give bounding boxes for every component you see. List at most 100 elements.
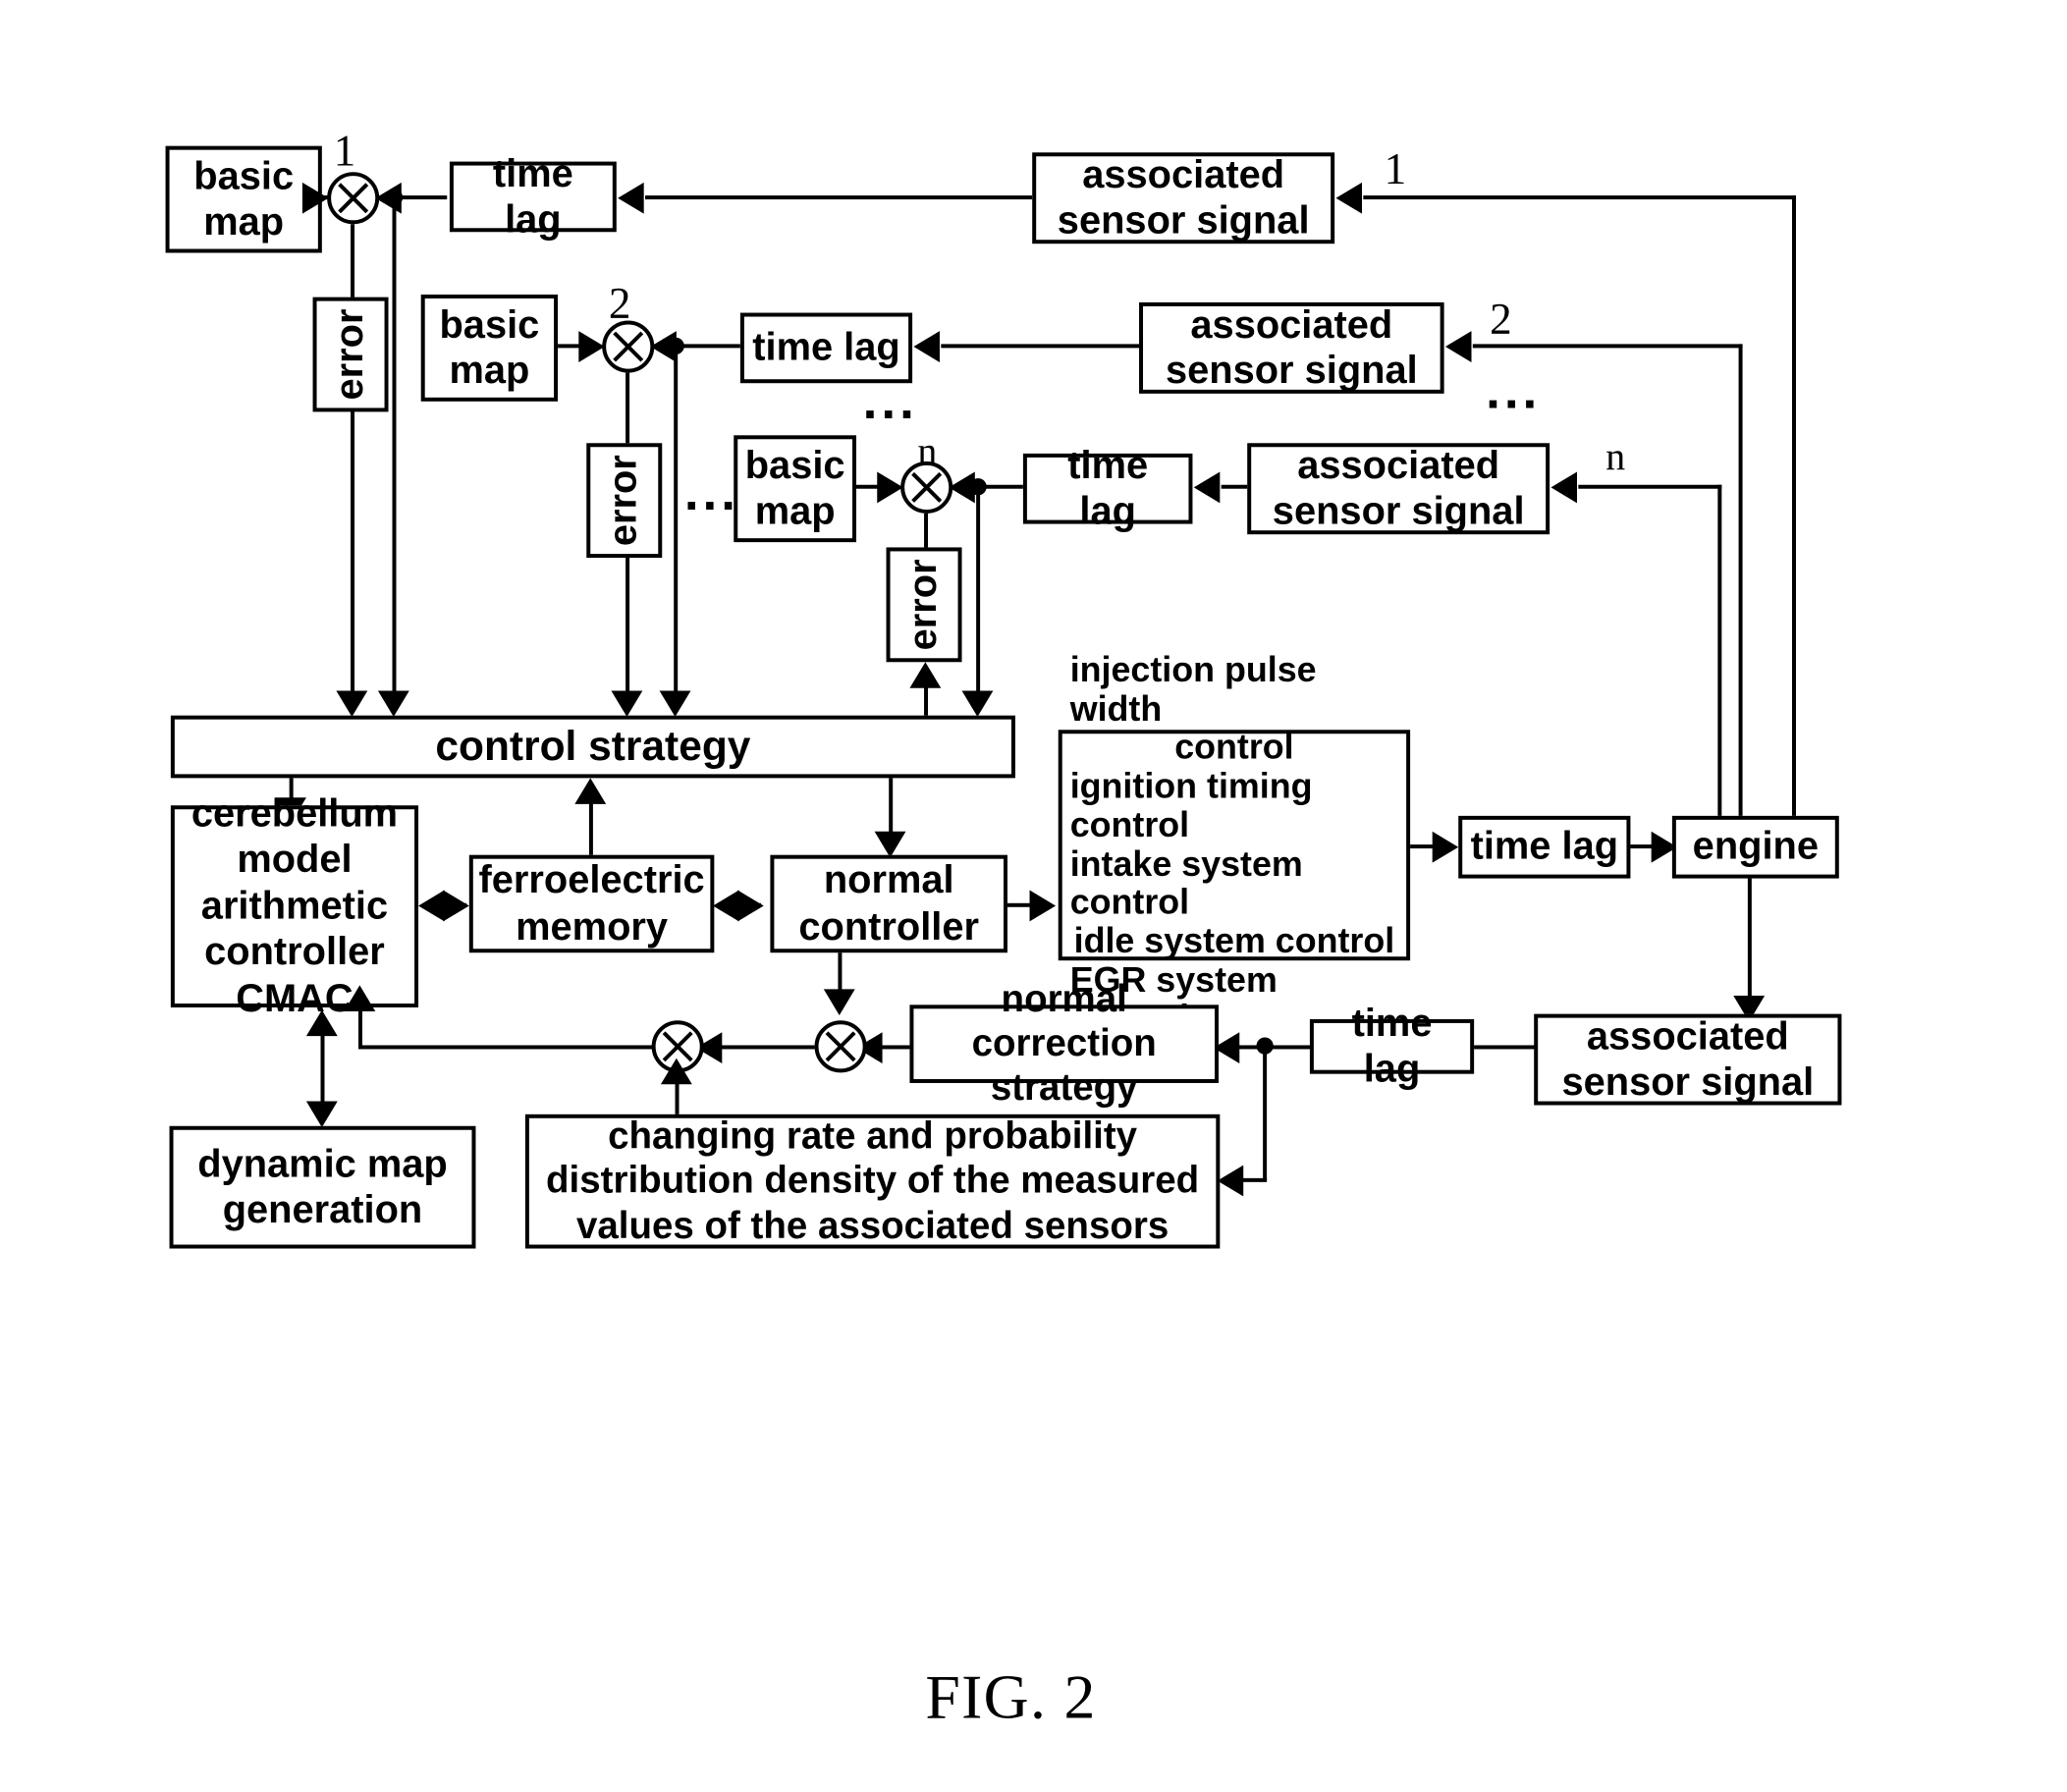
- error-label-n: error: [901, 559, 946, 651]
- normal-correction-strategy-block: normal correction strategy: [909, 978, 1219, 1110]
- link-normalcontroller-to-sumB: [838, 952, 843, 995]
- link-engine-to-sensor1: [1363, 195, 1796, 200]
- sensor-label-n: associated sensor signal: [1272, 444, 1525, 533]
- correction-line-1: normal correction: [971, 978, 1157, 1065]
- link-cmacbus-riser: [358, 1006, 362, 1049]
- arrowhead-control-to-errorn: [909, 662, 942, 688]
- arrowhead-normalcontroller-to-memory: [713, 890, 739, 922]
- normal-controller-block: normal controller: [770, 854, 1007, 953]
- link-sum1-to-error1: [351, 224, 355, 305]
- error-block-1: error: [312, 297, 389, 412]
- figure-canvas: basic map 1 time lag associated sensor s…: [0, 0, 2067, 1792]
- changing-rate-block: changing rate and probability distributi…: [524, 1113, 1221, 1249]
- feedback-riser-1: [1792, 195, 1796, 823]
- actuator-line-2: control: [1174, 728, 1294, 768]
- normal-controller-line-1: normal: [823, 858, 954, 902]
- time-lag-label-n: time lag: [1067, 444, 1149, 533]
- arrowhead-sensorn-to-timelagn: [1193, 471, 1221, 504]
- actuator-line-1: injection pulse width: [1069, 650, 1317, 729]
- arrowhead-normalcontroller-to-sumB: [823, 989, 855, 1015]
- link-sumA-to-cmacbus: [358, 1045, 653, 1050]
- arrowhead-memory-to-cmac: [418, 890, 445, 922]
- link-error1-to-control: [351, 408, 355, 699]
- basic-map-block-2: basic map: [420, 294, 559, 402]
- arrowhead-tap2-to-control: [659, 690, 691, 717]
- link-engine-to-sensor2: [1472, 344, 1743, 349]
- error-block-2: error: [586, 443, 663, 559]
- summing-junction-b: [814, 1020, 867, 1073]
- sensor-block-2: associated sensor signal: [1139, 301, 1444, 394]
- dynamic-map-line-2: generation: [222, 1188, 423, 1232]
- sensor-block-1: associated sensor signal: [1032, 152, 1335, 244]
- link-control-to-normalcontroller: [889, 778, 894, 838]
- basic-map-label-1: basic map: [193, 154, 295, 244]
- actuator-line-4: intake system control: [1069, 843, 1303, 922]
- memory-line-2: memory: [516, 904, 669, 949]
- arrowhead-engine-to-sensor1: [1335, 182, 1362, 214]
- basic-map-block-n: basic map: [734, 435, 857, 543]
- figure-caption: FIG. 2: [925, 1662, 1097, 1732]
- cmac-line-3: arithmetic: [200, 884, 389, 928]
- feedback-index-n: n: [1605, 435, 1626, 479]
- link-tap1-to-control: [392, 195, 397, 699]
- link-feedbacksensor-to-timelagfeedback: [1472, 1045, 1536, 1050]
- sensor-feedback-block: associated sensor signal: [1534, 1013, 1842, 1106]
- changing-rate-line-1: changing rate and probability: [608, 1115, 1138, 1158]
- feedback-riser-n: [1717, 484, 1722, 823]
- time-lag-actuator-block: time lag: [1458, 815, 1631, 879]
- link-feedbacktap-down: [1263, 1045, 1268, 1181]
- arrowhead-memory-to-normalcontroller: [737, 890, 764, 922]
- time-lag-block-n: time lag: [1022, 444, 1193, 533]
- summing-junction-n: [900, 461, 953, 514]
- sensor-feedback-label: associated sensor signal: [1561, 1014, 1815, 1105]
- link-tap2-to-control: [674, 344, 679, 699]
- arrowhead-engine-to-sensorn: [1550, 471, 1577, 504]
- summing-junction-2: [602, 320, 655, 373]
- arrowhead-tapn-to-control: [961, 690, 994, 717]
- arrowhead-basicmap1-to-sum1: [301, 182, 329, 214]
- link-sensor1-to-timelag1: [645, 195, 1033, 200]
- cmac-block: cerebellum model arithmetic controller C…: [170, 792, 419, 1020]
- normal-controller-line-2: controller: [798, 904, 980, 949]
- arrowhead-cmac-to-dynamicmap: [305, 1101, 338, 1128]
- actuator-controls-block: injection pulse width control ignition t…: [1058, 650, 1411, 1038]
- link-tapn-to-control: [976, 484, 981, 699]
- arrowhead-control-to-normalcontroller: [874, 831, 906, 858]
- time-lag-block-1: time lag: [449, 152, 617, 242]
- arrowhead-normalcontroller-to-actuators: [1029, 890, 1057, 922]
- link-memory-to-control: [588, 799, 593, 862]
- link-engine-to-sensorn: [1578, 484, 1722, 489]
- sensor-label-2: associated sensor signal: [1165, 302, 1418, 393]
- arrowhead-cmac-to-memory: [443, 890, 469, 922]
- basic-map-label-n: basic map: [744, 444, 845, 533]
- error-label-2: error: [602, 455, 645, 547]
- arrowhead-memory-to-control: [574, 778, 607, 804]
- arrowhead-error1-to-control: [336, 690, 368, 717]
- arrowhead-tap1-to-control: [377, 690, 409, 717]
- sensor-label-1: associated sensor signal: [1057, 153, 1310, 243]
- error-label-1: error: [328, 308, 372, 401]
- arrowhead-actuators-to-timelag: [1432, 831, 1459, 863]
- cmac-line-2: model: [237, 838, 353, 882]
- dynamic-map-line-1: dynamic map: [197, 1142, 448, 1186]
- memory-line-1: ferroelectric: [478, 858, 705, 902]
- arrowhead-sensor2-to-timelag2: [913, 331, 940, 362]
- summing-junction-1: [327, 172, 380, 225]
- time-lag-label-1: time lag: [492, 151, 573, 242]
- ferroelectric-memory-block: ferroelectric memory: [468, 854, 715, 953]
- cmac-line-4: controller: [204, 930, 385, 974]
- arrowhead-error2-to-control: [611, 690, 643, 717]
- feedback-ellipsis: ...: [1486, 361, 1542, 420]
- actuator-line-3: ignition timing control: [1069, 766, 1313, 844]
- link-engine-to-feedbacksensor: [1747, 878, 1752, 1014]
- control-strategy-block: control strategy: [170, 715, 1015, 779]
- control-strategy-label: control strategy: [435, 722, 751, 770]
- time-lag-actuator-label: time lag: [1470, 825, 1619, 869]
- changing-rate-line-2: distribution density of the measured: [546, 1160, 1200, 1203]
- link-sensor2-to-timelag2: [941, 344, 1140, 349]
- feedback-index-2: 2: [1490, 296, 1512, 345]
- arrowhead-changingrate-to-sumA: [660, 1058, 692, 1085]
- link-error2-to-control: [626, 555, 630, 699]
- changing-rate-line-3: values of the associated sensors: [575, 1205, 1169, 1247]
- basic-map-block-1: basic map: [165, 145, 322, 253]
